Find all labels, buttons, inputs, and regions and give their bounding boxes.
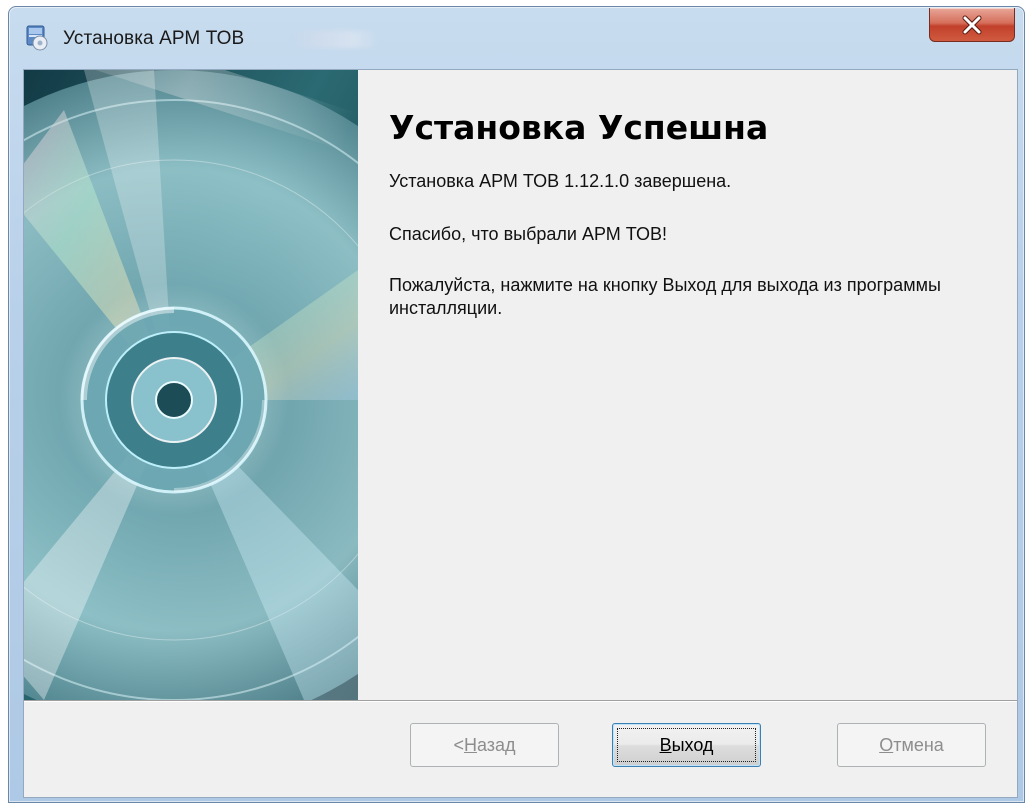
close-button[interactable]: [929, 8, 1015, 42]
title-bar[interactable]: Установка АРМ ТОВ: [9, 7, 1024, 67]
cancel-button[interactable]: Отмена: [837, 723, 986, 767]
page-title: Установка Успешна: [389, 108, 769, 147]
exit-instructions: Пожалуйста, нажмите на кнопку Выход для …: [389, 275, 941, 318]
cancel-button-label: тмена: [893, 734, 944, 755]
back-button[interactable]: < Назад: [410, 723, 559, 767]
completion-message: Установка АРМ ТОВ 1.12.1.0 завершена.: [389, 171, 732, 191]
content-area: Установка Успешна Установка АРМ ТОВ 1.12…: [389, 70, 1017, 700]
back-button-mnemonic: Н: [463, 734, 477, 755]
button-separator: [24, 700, 1017, 702]
banner-image: [24, 70, 358, 700]
installer-window: Установка АРМ ТОВ Установка Успешна Уста…: [8, 6, 1025, 803]
cancel-button-mnemonic: О: [879, 734, 894, 755]
title-blurred-version: [293, 31, 379, 48]
back-button-label: азад: [476, 734, 516, 755]
thanks-message: Спасибо, что выбрали АРМ ТОВ!: [389, 224, 667, 244]
close-icon: [962, 15, 982, 34]
back-button-prefix: <: [453, 734, 464, 755]
exit-button[interactable]: Выход: [612, 723, 761, 767]
window-title: Установка АРМ ТОВ: [63, 28, 245, 49]
exit-button-label: ыход: [671, 734, 714, 755]
installer-icon: [26, 25, 48, 51]
wizard-page: Установка Успешна Установка АРМ ТОВ 1.12…: [23, 69, 1018, 798]
cd-disc-image: [24, 70, 358, 700]
exit-button-mnemonic: В: [659, 734, 672, 755]
